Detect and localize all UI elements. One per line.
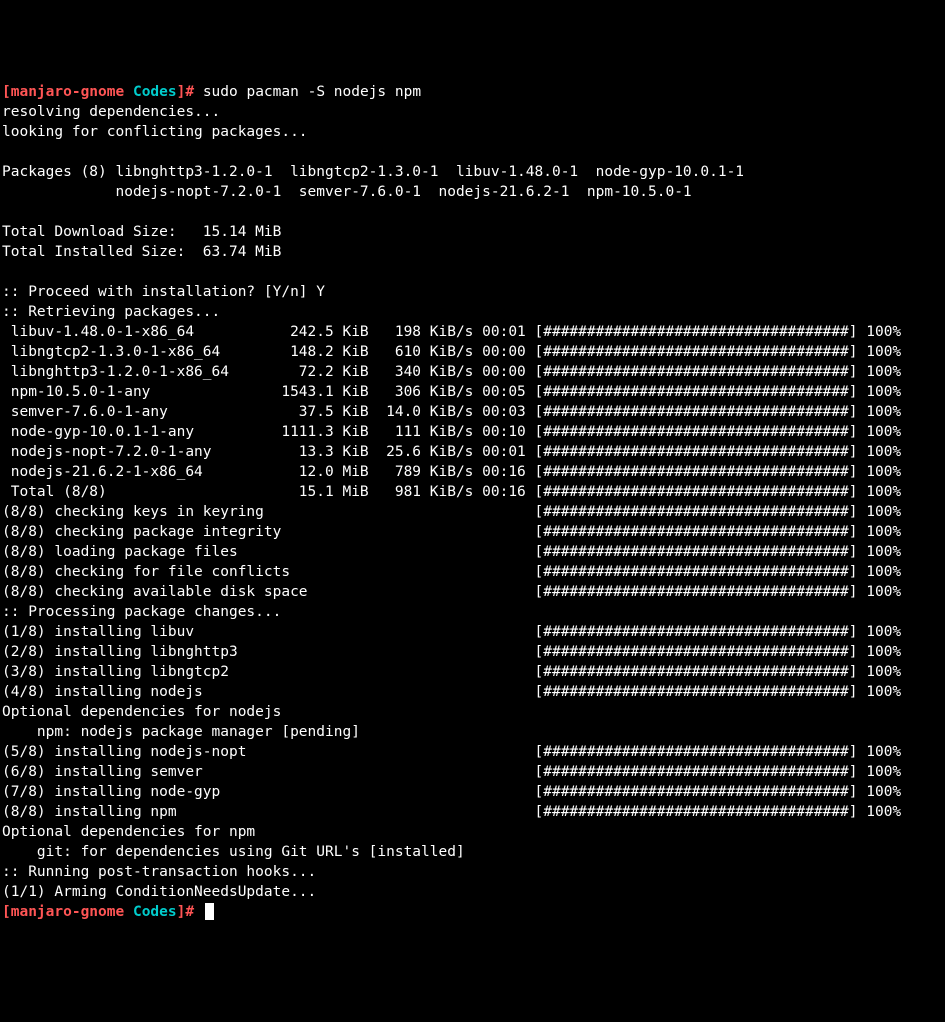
output-line: node-gyp-10.0.1-1-any 1111.3 KiB 111 KiB… [2, 424, 901, 440]
output-line: nodejs-21.6.2-1-x86_64 12.0 MiB 789 KiB/… [2, 464, 901, 480]
output-line: libngtcp2-1.3.0-1-x86_64 148.2 KiB 610 K… [2, 344, 901, 360]
output-line: (1/8) installing libuv [################… [2, 624, 901, 640]
output-line: git: for dependencies using Git URL's [i… [2, 844, 465, 860]
output-line: (6/8) installing semver [###############… [2, 764, 901, 780]
output-line: :: Proceed with installation? [Y/n] Y [2, 284, 325, 300]
prompt-bracket-close: ]# [177, 904, 194, 920]
output-line: (1/1) Arming ConditionNeedsUpdate... [2, 884, 316, 900]
output-line: :: Running post-transaction hooks... [2, 864, 316, 880]
output-line: npm: nodejs package manager [pending] [2, 724, 360, 740]
output-line: (8/8) checking available disk space [###… [2, 584, 901, 600]
output-line: (5/8) installing nodejs-nopt [##########… [2, 744, 901, 760]
output-line: (3/8) installing libngtcp2 [############… [2, 664, 901, 680]
output-line: (7/8) installing node-gyp [#############… [2, 784, 901, 800]
output-line: (4/8) installing nodejs [###############… [2, 684, 901, 700]
prompt-dir: Codes [133, 84, 177, 100]
output-line: Total Download Size: 15.14 MiB [2, 224, 281, 240]
output-line: (8/8) checking keys in keyring [########… [2, 504, 901, 520]
output-line: libnghttp3-1.2.0-1-x86_64 72.2 KiB 340 K… [2, 364, 901, 380]
command-text: sudo pacman -S nodejs npm [203, 84, 421, 100]
prompt-bracket-close: ]# [177, 84, 194, 100]
output-line: semver-7.6.0-1-any 37.5 KiB 14.0 KiB/s 0… [2, 404, 901, 420]
output-line: nodejs-nopt-7.2.0-1 semver-7.6.0-1 nodej… [2, 184, 692, 200]
output-line: (8/8) checking for file conflicts [#####… [2, 564, 901, 580]
output-line: (8/8) checking package integrity [######… [2, 524, 901, 540]
prompt-bracket-open: [ [2, 84, 11, 100]
output-line: Optional dependencies for npm [2, 824, 255, 840]
output-line: npm-10.5.0-1-any 1543.1 KiB 306 KiB/s 00… [2, 384, 901, 400]
prompt-host: manjaro-gnome [11, 84, 125, 100]
output-line: resolving dependencies... [2, 104, 220, 120]
output-line: Optional dependencies for nodejs [2, 704, 281, 720]
output-line: nodejs-nopt-7.2.0-1-any 13.3 KiB 25.6 Ki… [2, 444, 901, 460]
output-line: looking for conflicting packages... [2, 124, 308, 140]
prompt-dir: Codes [133, 904, 177, 920]
output-line: Packages (8) libnghttp3-1.2.0-1 libngtcp… [2, 164, 744, 180]
output-line: libuv-1.48.0-1-x86_64 242.5 KiB 198 KiB/… [2, 324, 901, 340]
prompt-bracket-open: [ [2, 904, 11, 920]
output-line: (2/8) installing libnghttp3 [###########… [2, 644, 901, 660]
output-line: :: Processing package changes... [2, 604, 281, 620]
output-line: Total Installed Size: 63.74 MiB [2, 244, 281, 260]
prompt-host: manjaro-gnome [11, 904, 125, 920]
output-line: :: Retrieving packages... [2, 304, 220, 320]
cursor-icon [205, 903, 214, 920]
output-line: (8/8) loading package files [###########… [2, 544, 901, 560]
terminal-output[interactable]: [manjaro-gnome Codes]# sudo pacman -S no… [2, 82, 943, 922]
output-line: (8/8) installing npm [##################… [2, 804, 901, 820]
output-line: Total (8/8) 15.1 MiB 981 KiB/s 00:16 [##… [2, 484, 901, 500]
